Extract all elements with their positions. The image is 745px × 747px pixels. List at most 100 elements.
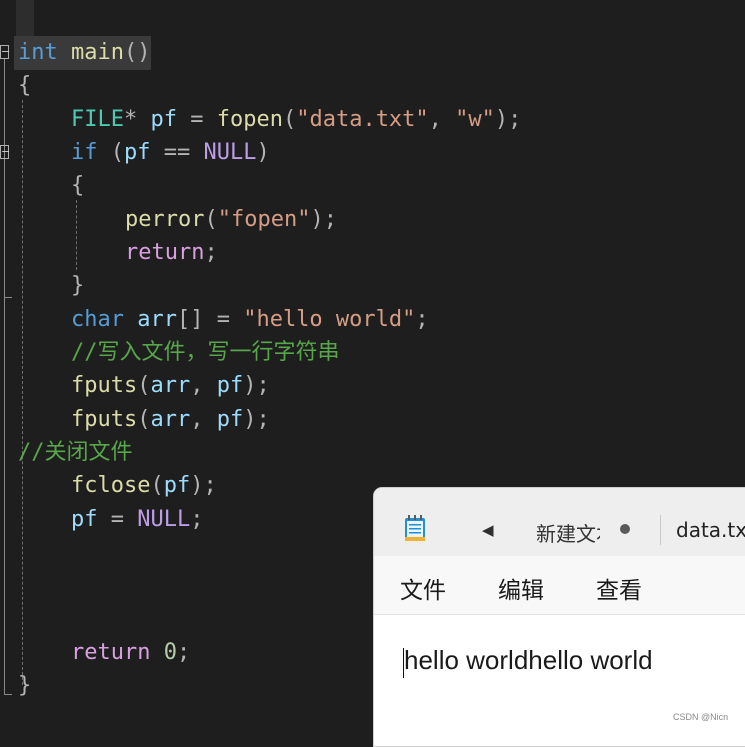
- code-token: return: [125, 240, 205, 265]
- notepad-text-area[interactable]: hello worldhello world: [374, 615, 745, 746]
- code-line-5: {: [71, 169, 84, 202]
- code-token: ): [256, 140, 270, 165]
- code-token: (: [282, 107, 297, 132]
- code-token: ;: [204, 240, 218, 265]
- code-token: FILE: [71, 107, 124, 132]
- code-token: fclose: [71, 473, 151, 498]
- code-token: "w": [455, 107, 495, 132]
- code-token: NULL: [203, 140, 257, 165]
- notepad-window[interactable]: ◀ 新建文本文档 data.txt 文件 编辑 查看 hello worldhe…: [373, 487, 745, 747]
- code-line-13: //关闭文件: [18, 436, 133, 469]
- code-line-9: char arr[] = "hello world";: [71, 303, 429, 336]
- code-token: );: [310, 207, 337, 232]
- code-token: {: [71, 173, 85, 198]
- code-token: "data.txt": [296, 107, 429, 132]
- code-token: arr: [123, 307, 177, 332]
- code-line-8: }: [71, 269, 84, 302]
- code-line-4: if (pf == NULL): [71, 136, 270, 169]
- code-token: pf: [150, 107, 177, 132]
- fold-toggle-if[interactable]: −: [0, 145, 11, 159]
- notepad-content-text: hello worldhello world: [404, 645, 653, 675]
- code-token: pf: [216, 373, 244, 398]
- code-token: ;: [190, 507, 204, 532]
- code-token: (: [204, 207, 218, 232]
- code-line-10: //写入文件，写一行字符串: [71, 336, 340, 369]
- code-token: perror: [125, 207, 205, 232]
- tab-unsaved-document[interactable]: 新建文本文档: [536, 518, 600, 547]
- code-token: (: [137, 407, 151, 432]
- code-token: pf: [124, 140, 151, 165]
- code-line-7: return;: [125, 236, 218, 269]
- code-token: ,: [190, 407, 217, 432]
- tab-separator: [660, 515, 661, 545]
- collapse-icon: −: [1, 145, 11, 158]
- code-token: if: [71, 140, 98, 165]
- fold-end-if: [4, 297, 12, 299]
- gutter-top-marker: [16, 0, 34, 36]
- back-arrow-icon[interactable]: ◀: [482, 521, 494, 539]
- code-token: 0: [163, 640, 177, 665]
- code-token: (): [123, 40, 151, 65]
- code-token: int: [18, 40, 58, 65]
- code-token: }: [18, 673, 32, 698]
- code-token: );: [243, 407, 270, 432]
- code-token: (: [137, 373, 151, 398]
- code-token: {: [18, 73, 32, 98]
- code-line-15: pf = NULL;: [71, 503, 203, 536]
- code-token: return: [71, 640, 151, 665]
- code-token: *: [123, 107, 151, 132]
- code-token: }: [71, 273, 85, 298]
- code-line-6: perror("fopen");: [125, 203, 337, 236]
- code-token: pf: [71, 507, 98, 532]
- code-token: pf: [216, 407, 244, 432]
- code-line-18: return 0;: [71, 636, 190, 669]
- menu-file[interactable]: 文件: [400, 571, 446, 605]
- menu-view[interactable]: 查看: [596, 571, 642, 605]
- code-line-3: FILE* pf = fopen("data.txt", "w");: [71, 103, 521, 136]
- code-token: main: [57, 40, 124, 65]
- code-line-11: fputs(arr, pf);: [71, 369, 270, 402]
- code-token: "fopen": [217, 207, 311, 232]
- code-line-2: {: [18, 69, 31, 102]
- code-token: arr: [150, 407, 191, 432]
- code-token: ,: [428, 107, 456, 132]
- code-token: ;: [176, 640, 191, 665]
- tab-data-txt[interactable]: data.txt: [676, 518, 745, 542]
- fold-range-if: [4, 159, 5, 297]
- code-token: );: [243, 373, 270, 398]
- code-token: =: [176, 107, 217, 132]
- code-token: ==: [150, 140, 204, 165]
- notepad-titlebar[interactable]: ◀ 新建文本文档 data.txt: [374, 488, 745, 556]
- code-token: (: [150, 473, 164, 498]
- code-token: fopen: [216, 107, 283, 132]
- code-token: );: [494, 107, 522, 132]
- fold-end-main: [4, 694, 12, 696]
- code-line-19: }: [18, 669, 31, 702]
- code-token: [] =: [176, 307, 244, 332]
- watermark: CSDN @Nicn: [673, 712, 729, 722]
- code-line-1: int main(): [18, 36, 150, 69]
- code-token: =: [97, 507, 138, 532]
- code-token: fputs: [71, 407, 138, 432]
- notepad-menubar: 文件 编辑 查看: [374, 556, 745, 615]
- code-token: arr: [150, 373, 191, 398]
- code-token: NULL: [137, 507, 191, 532]
- indent-guide-if: [76, 200, 77, 270]
- code-token: );: [190, 473, 217, 498]
- menu-edit[interactable]: 编辑: [498, 571, 544, 605]
- notepad-icon[interactable]: [404, 514, 426, 542]
- code-token: char: [71, 307, 124, 332]
- code-token: ;: [415, 307, 429, 332]
- code-token: (: [97, 140, 124, 165]
- fold-toggle-main[interactable]: −: [0, 45, 11, 59]
- code-token: "hello world": [243, 307, 416, 332]
- code-line-14: fclose(pf);: [71, 469, 217, 502]
- unsaved-dot-icon: [620, 524, 630, 534]
- collapse-icon: −: [1, 45, 11, 58]
- code-token: //关闭文件: [18, 440, 133, 465]
- indent-guide-main: [22, 100, 23, 685]
- code-token: pf: [163, 473, 191, 498]
- code-token: fputs: [71, 373, 138, 398]
- code-token: ,: [190, 373, 217, 398]
